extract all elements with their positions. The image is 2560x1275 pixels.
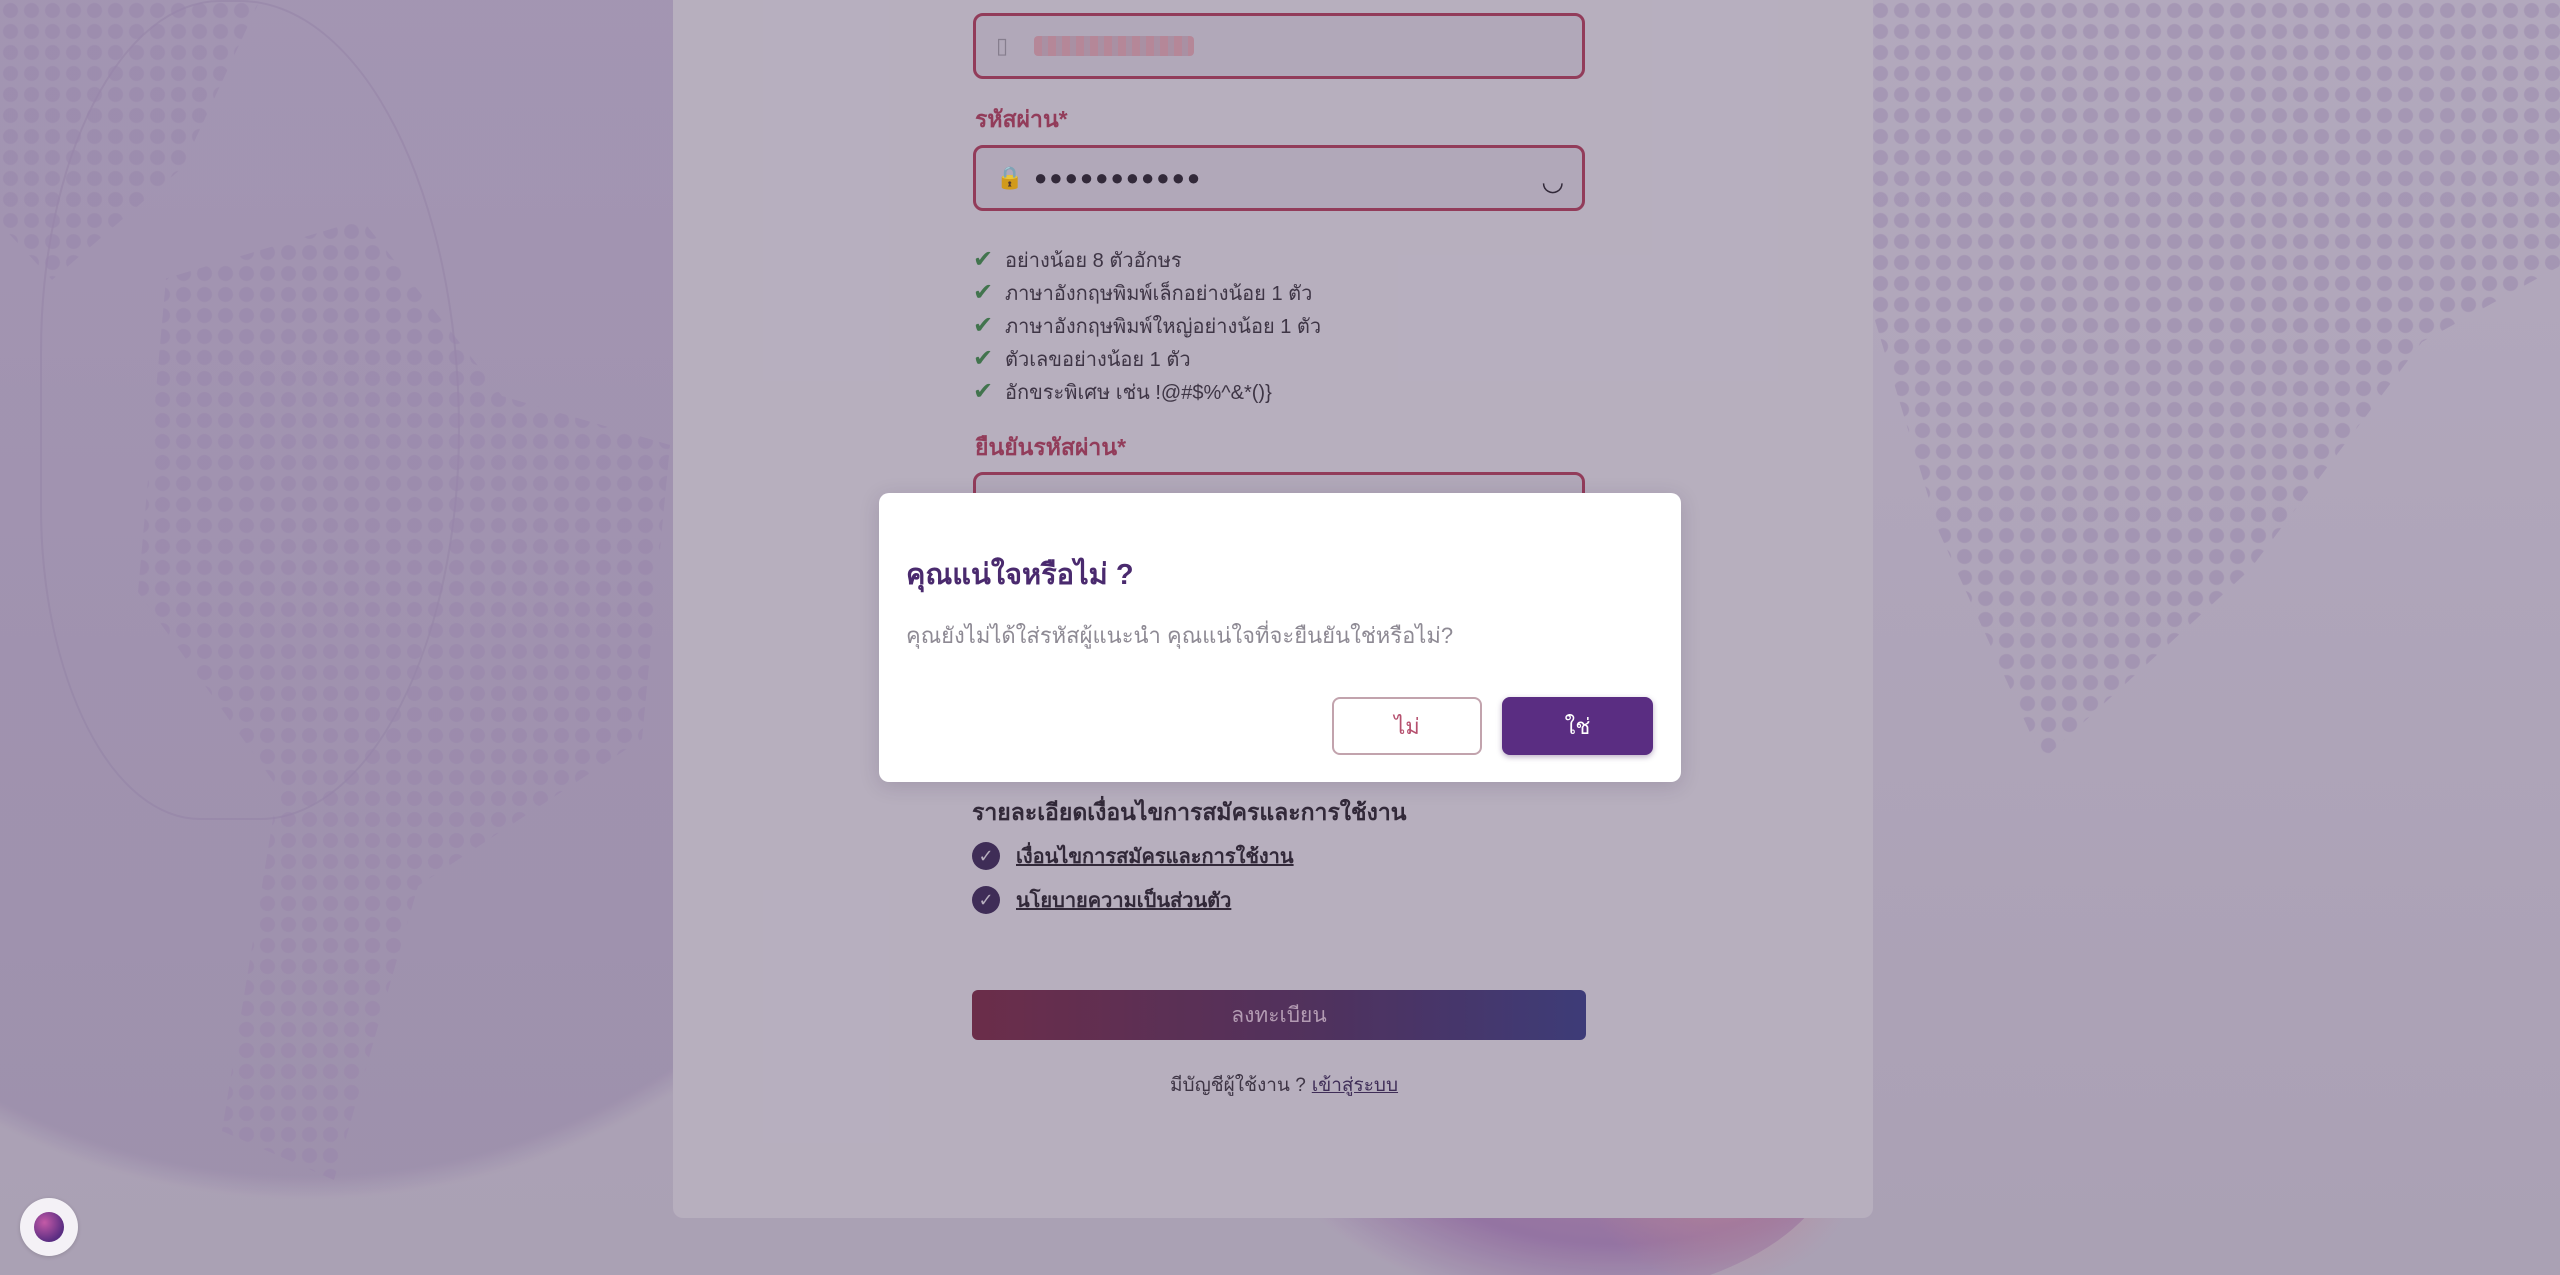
chat-widget-button[interactable] bbox=[20, 1198, 78, 1256]
dialog-message: คุณยังไม่ได้ใส่รหัสผู้แนะนำ คุณแน่ใจที่จ… bbox=[906, 623, 1454, 648]
yes-button[interactable]: ใช่ bbox=[1502, 697, 1653, 755]
dialog-title: คุณแน่ใจหรือไม่ ? bbox=[906, 559, 1134, 591]
no-button[interactable]: ไม่ bbox=[1332, 697, 1482, 755]
confirm-dialog: คุณแน่ใจหรือไม่ ? คุณยังไม่ได้ใส่รหัสผู้… bbox=[879, 493, 1681, 782]
globe-icon bbox=[34, 1212, 64, 1242]
